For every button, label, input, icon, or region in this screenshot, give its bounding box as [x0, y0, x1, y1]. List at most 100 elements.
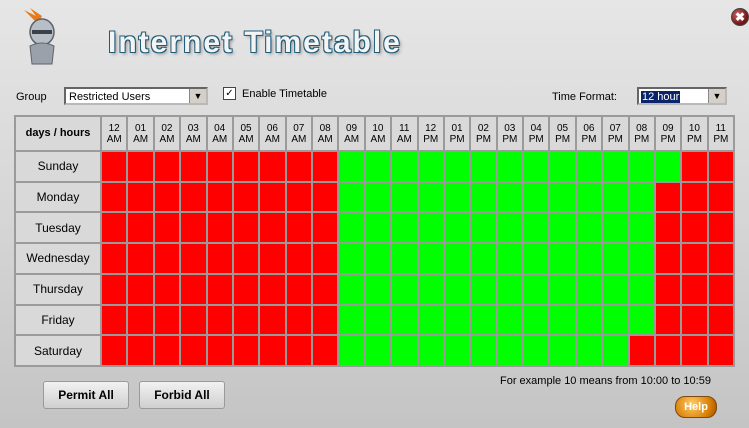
permit-cell[interactable]: [392, 213, 417, 243]
permit-cell[interactable]: [655, 152, 681, 181]
forbid-cell[interactable]: [102, 213, 127, 243]
permit-cell[interactable]: [603, 305, 628, 335]
enable-timetable-checkbox[interactable]: ✓: [223, 87, 236, 100]
forbid-cell[interactable]: [154, 305, 180, 335]
hour-header[interactable]: 06 AM: [260, 117, 285, 150]
chevron-down-icon[interactable]: ▼: [189, 89, 206, 103]
forbid-cell[interactable]: [313, 274, 338, 304]
forbid-cell[interactable]: [128, 305, 153, 335]
forbid-cell[interactable]: [260, 182, 285, 212]
forbid-cell[interactable]: [313, 152, 338, 181]
permit-all-button[interactable]: Permit All: [43, 381, 129, 409]
forbid-cell[interactable]: [682, 213, 707, 243]
permit-cell[interactable]: [576, 244, 602, 273]
day-label[interactable]: Tuesday: [16, 213, 100, 243]
forbid-cell[interactable]: [708, 182, 733, 212]
permit-cell[interactable]: [444, 182, 470, 212]
permit-cell[interactable]: [392, 274, 417, 304]
hour-header[interactable]: 09 AM: [339, 117, 364, 150]
permit-cell[interactable]: [418, 213, 443, 243]
permit-cell[interactable]: [444, 305, 470, 335]
permit-cell[interactable]: [471, 213, 496, 243]
forbid-cell[interactable]: [286, 274, 311, 304]
permit-cell[interactable]: [471, 336, 496, 365]
forbid-cell[interactable]: [233, 182, 259, 212]
hour-header[interactable]: 03 AM: [181, 117, 206, 150]
forbid-cell[interactable]: [708, 274, 733, 304]
forbid-cell[interactable]: [128, 152, 153, 181]
forbid-cell[interactable]: [233, 305, 259, 335]
forbid-cell[interactable]: [207, 336, 232, 365]
forbid-cell[interactable]: [181, 274, 206, 304]
forbid-cell[interactable]: [708, 213, 733, 243]
permit-cell[interactable]: [524, 182, 549, 212]
forbid-cell[interactable]: [260, 213, 285, 243]
forbid-cell[interactable]: [154, 213, 180, 243]
forbid-cell[interactable]: [128, 336, 153, 365]
hour-header[interactable]: 06 PM: [576, 117, 602, 150]
permit-cell[interactable]: [524, 305, 549, 335]
permit-cell[interactable]: [629, 182, 654, 212]
permit-cell[interactable]: [339, 274, 364, 304]
permit-cell[interactable]: [629, 213, 654, 243]
permit-cell[interactable]: [365, 274, 391, 304]
permit-cell[interactable]: [576, 305, 602, 335]
forbid-cell[interactable]: [154, 274, 180, 304]
day-label[interactable]: Saturday: [16, 336, 100, 365]
permit-cell[interactable]: [550, 336, 575, 365]
permit-cell[interactable]: [392, 244, 417, 273]
forbid-cell[interactable]: [154, 244, 180, 273]
permit-cell[interactable]: [444, 244, 470, 273]
forbid-cell[interactable]: [682, 274, 707, 304]
permit-cell[interactable]: [603, 274, 628, 304]
permit-cell[interactable]: [365, 305, 391, 335]
forbid-cell[interactable]: [181, 213, 206, 243]
permit-cell[interactable]: [629, 244, 654, 273]
forbid-cell[interactable]: [128, 213, 153, 243]
permit-cell[interactable]: [550, 152, 575, 181]
enable-timetable-toggle[interactable]: ✓ Enable Timetable: [223, 87, 327, 100]
day-label[interactable]: Wednesday: [16, 244, 100, 273]
forbid-cell[interactable]: [313, 182, 338, 212]
group-select[interactable]: Restricted Users ▼: [64, 87, 208, 105]
forbid-cell[interactable]: [286, 305, 311, 335]
permit-cell[interactable]: [576, 213, 602, 243]
permit-cell[interactable]: [524, 336, 549, 365]
forbid-cell[interactable]: [102, 244, 127, 273]
permit-cell[interactable]: [629, 152, 654, 181]
permit-cell[interactable]: [497, 182, 522, 212]
forbid-cell[interactable]: [154, 182, 180, 212]
forbid-cell[interactable]: [207, 244, 232, 273]
hour-header[interactable]: 12 AM: [102, 117, 127, 150]
permit-cell[interactable]: [524, 152, 549, 181]
permit-cell[interactable]: [444, 274, 470, 304]
forbid-cell[interactable]: [207, 152, 232, 181]
forbid-cell[interactable]: [233, 244, 259, 273]
permit-cell[interactable]: [471, 305, 496, 335]
forbid-cell[interactable]: [128, 244, 153, 273]
permit-cell[interactable]: [524, 274, 549, 304]
forbid-cell[interactable]: [313, 244, 338, 273]
forbid-cell[interactable]: [181, 182, 206, 212]
permit-cell[interactable]: [550, 305, 575, 335]
forbid-cell[interactable]: [260, 152, 285, 181]
time-format-select[interactable]: 12 hour ▼: [637, 87, 727, 105]
forbid-cell[interactable]: [154, 336, 180, 365]
forbid-cell[interactable]: [207, 213, 232, 243]
permit-cell[interactable]: [603, 182, 628, 212]
permit-cell[interactable]: [392, 336, 417, 365]
hour-header[interactable]: 11 AM: [392, 117, 417, 150]
forbid-cell[interactable]: [313, 336, 338, 365]
day-label[interactable]: Thursday: [16, 274, 100, 304]
forbid-cell[interactable]: [260, 305, 285, 335]
hour-header[interactable]: 10 AM: [365, 117, 391, 150]
day-label[interactable]: Friday: [16, 305, 100, 335]
forbid-cell[interactable]: [128, 274, 153, 304]
hour-header[interactable]: 11 PM: [708, 117, 733, 150]
hour-header[interactable]: 01 AM: [128, 117, 153, 150]
forbid-cell[interactable]: [128, 182, 153, 212]
permit-cell[interactable]: [444, 152, 470, 181]
permit-cell[interactable]: [603, 152, 628, 181]
day-label[interactable]: Monday: [16, 182, 100, 212]
forbid-cell[interactable]: [655, 244, 681, 273]
